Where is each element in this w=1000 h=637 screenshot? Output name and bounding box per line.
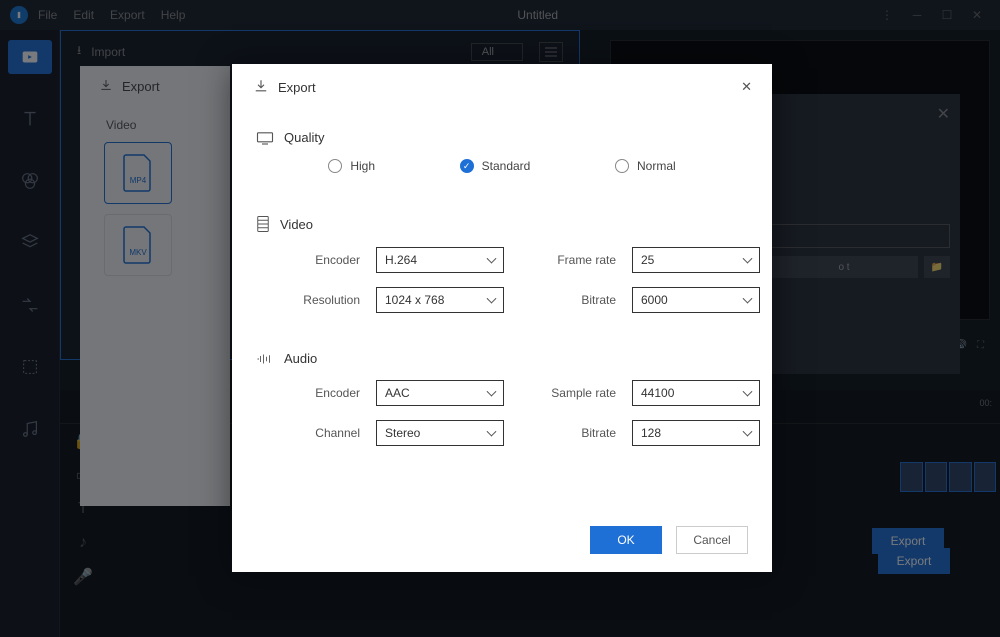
quality-normal-radio[interactable]: Normal [615,159,676,173]
waveform-icon [256,352,274,366]
monitor-icon [256,131,274,145]
video-bitrate-label: Bitrate [520,293,616,307]
audio-encoder-select[interactable]: AAC [376,380,504,406]
dialog-title: Export [278,80,316,95]
audio-channel-select[interactable]: Stereo [376,420,504,446]
film-icon [256,215,270,233]
dialog-close-icon[interactable]: ✕ [741,79,752,95]
audio-samplerate-label: Sample rate [520,386,616,400]
quality-standard-label: Standard [482,159,531,173]
video-framerate-label: Frame rate [520,253,616,267]
audio-section-title: Audio [284,351,317,366]
quality-standard-radio[interactable]: Standard [460,159,531,173]
cancel-button[interactable]: Cancel [676,526,748,554]
quality-normal-label: Normal [637,159,676,173]
quality-high-label: High [350,159,375,173]
video-bitrate-select[interactable]: 6000 [632,287,760,313]
video-section-title: Video [280,217,313,232]
export-settings-dialog: Export ✕ Quality High Standard Normal [232,64,772,572]
audio-bitrate-label: Bitrate [520,426,616,440]
video-resolution-label: Resolution [280,293,360,307]
video-encoder-select[interactable]: H.264 [376,247,504,273]
audio-samplerate-select[interactable]: 44100 [632,380,760,406]
video-resolution-select[interactable]: 1024 x 768 [376,287,504,313]
quality-section-title: Quality [284,130,324,145]
audio-bitrate-select[interactable]: 128 [632,420,760,446]
audio-encoder-label: Encoder [280,386,360,400]
quality-high-radio[interactable]: High [328,159,375,173]
video-framerate-select[interactable]: 25 [632,247,760,273]
ok-button[interactable]: OK [590,526,662,554]
video-encoder-label: Encoder [280,253,360,267]
audio-channel-label: Channel [280,426,360,440]
export-icon [252,78,270,96]
